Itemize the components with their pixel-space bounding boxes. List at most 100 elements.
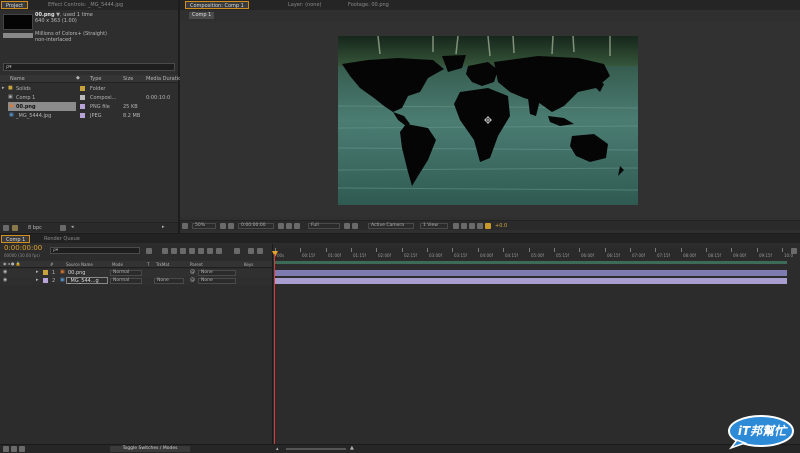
eye-icon[interactable]: ◉ — [3, 269, 7, 275]
column-type[interactable]: Type — [90, 76, 101, 82]
expand-timing-icon[interactable] — [19, 446, 25, 452]
zoom-out-icon[interactable]: ▴ — [276, 446, 279, 452]
list-item[interactable]: ▣ Comp 1 Composi... 0:00:10:0 — [0, 93, 178, 102]
scroll-left-icon[interactable]: ◂ — [71, 224, 74, 230]
mode-dropdown[interactable]: Normal — [110, 270, 142, 276]
tab-effect-controls[interactable]: Effect Controls: _MG_5444.jpg — [44, 1, 127, 9]
layer-bar-2[interactable] — [275, 278, 787, 284]
view-layout-dropdown[interactable]: 1 View — [420, 223, 448, 229]
graph-editor-icon[interactable] — [234, 248, 240, 254]
show-channel-icon[interactable] — [286, 223, 292, 229]
toggle-switches-modes-button[interactable]: Toggle Switches / Modes — [110, 446, 190, 452]
scroll-right-icon[interactable]: ▸ — [162, 224, 165, 230]
new-folder-icon[interactable] — [12, 225, 18, 231]
trkmat-dropdown[interactable]: None — [154, 278, 184, 284]
resolution-dropdown[interactable]: Full — [308, 223, 340, 229]
expand-arrow-icon[interactable]: ▸ — [36, 269, 39, 275]
layer-bar-1[interactable] — [275, 270, 787, 276]
reset-exposure-icon[interactable] — [485, 223, 491, 229]
toggle-pixel-aspect-icon[interactable] — [453, 223, 459, 229]
color-channel-icon[interactable] — [294, 223, 300, 229]
project-search-input[interactable]: ρ▾ — [3, 63, 175, 71]
label-color[interactable] — [43, 278, 48, 283]
region-of-interest-icon[interactable] — [344, 223, 350, 229]
column-name[interactable]: Name — [10, 76, 25, 82]
timeline-search-input[interactable]: ρ▾ — [50, 247, 140, 254]
expand-arrow-icon[interactable]: ▸ — [2, 85, 5, 91]
eye-icon[interactable]: ◉ — [3, 277, 7, 283]
mask-visibility-icon[interactable] — [228, 223, 234, 229]
ruler-tick — [503, 248, 504, 252]
column-size[interactable]: Size — [123, 76, 133, 82]
bpc-label[interactable]: 8 bpc — [28, 225, 42, 231]
column-parent[interactable]: Parent — [190, 262, 203, 267]
motion-blur-icon[interactable] — [198, 248, 204, 254]
pickwhip-icon[interactable]: @ — [190, 277, 195, 283]
list-item[interactable]: ▣ _MG_5444.jpg JPEG 8.2 MB — [0, 111, 178, 120]
timeline-current-time[interactable]: 0:00:00:00 — [4, 244, 42, 252]
comp-subtab[interactable]: Comp 1 — [189, 12, 215, 19]
frame-blending-icon[interactable] — [189, 248, 195, 254]
project-tab-bar: Project Effect Controls: _MG_5444.jpg — [0, 0, 178, 10]
ruler-ticks: 00s 00:15f 01:00f 01:15f 02:00f 02:15f 03:00f 0… — [275, 248, 793, 260]
table-row[interactable]: ◉ ▸ 2 ▣ _MG_544...g Normal None @ None — [0, 277, 272, 285]
render-icon[interactable] — [257, 248, 263, 254]
tab-render-queue[interactable]: Render Queue — [40, 235, 84, 243]
tab-layer[interactable]: Layer: (none) — [284, 1, 326, 9]
lock-icon[interactable] — [248, 248, 254, 254]
layer-divider[interactable] — [272, 244, 273, 444]
composition-tab-bar: Composition: Comp 1 Layer: (none) Footag… — [180, 0, 800, 10]
parent-dropdown[interactable]: None — [198, 278, 236, 284]
mode-dropdown[interactable]: Normal — [110, 278, 142, 284]
timeline-icon[interactable] — [469, 223, 475, 229]
ruler-tick — [452, 248, 453, 252]
table-row[interactable]: ◉ ▸ 1 ▣ 00.png Normal @ None — [0, 269, 272, 277]
snapshot-icon[interactable] — [278, 223, 284, 229]
expand-layer-switches-icon[interactable] — [3, 446, 9, 452]
tab-composition[interactable]: Composition: Comp 1 — [185, 1, 249, 9]
timeline-panel: Comp 1 Render Queue 0:00:00:00 00000 (30… — [0, 234, 800, 453]
column-mode[interactable]: Mode — [112, 262, 123, 267]
interpret-footage-icon[interactable] — [3, 225, 9, 231]
playhead-line — [274, 254, 275, 444]
image-file-icon: ▣ — [60, 269, 65, 275]
magnification-dropdown[interactable]: 50% — [192, 223, 216, 229]
work-area-bar[interactable] — [275, 261, 787, 264]
tab-comp-1[interactable]: Comp 1 — [1, 235, 31, 243]
flowchart-icon[interactable] — [477, 223, 483, 229]
trash-icon[interactable] — [60, 225, 66, 231]
list-item[interactable]: ▣ 00.png PNG file 25 KB — [0, 102, 178, 111]
auto-keyframe-icon[interactable] — [216, 248, 222, 254]
project-bottom-bar: 8 bpc ◂ ▸ — [0, 222, 178, 232]
pickwhip-icon[interactable]: @ — [190, 269, 195, 275]
transparency-grid-icon[interactable] — [352, 223, 358, 229]
draft-3d-icon[interactable] — [171, 248, 177, 254]
live-update-icon[interactable] — [162, 248, 168, 254]
list-item[interactable]: ▸ ■ Solids Folder — [0, 84, 178, 93]
expand-arrow-icon[interactable]: ▸ — [36, 277, 39, 283]
column-trkmat[interactable]: TrkMat — [156, 262, 169, 267]
camera-dropdown[interactable]: Active Camera — [368, 223, 414, 229]
tab-project[interactable]: Project — [1, 1, 29, 9]
project-column-headers: Name ◆ Type Size Media Duration — [0, 75, 184, 83]
tab-footage[interactable]: Footage: 00.png — [344, 1, 393, 9]
expand-transfer-controls-icon[interactable] — [11, 446, 17, 452]
brainstorm-icon[interactable] — [207, 248, 213, 254]
safe-zones-icon[interactable] — [220, 223, 226, 229]
viewer-area[interactable] — [180, 22, 800, 217]
comp-marker-bin-icon[interactable] — [791, 248, 797, 254]
composition-mini-flowchart-icon[interactable] — [146, 248, 152, 254]
image-file-icon: ▣ — [60, 277, 65, 283]
fast-previews-icon[interactable] — [461, 223, 467, 229]
column-duration[interactable]: Media Duration — [146, 76, 184, 82]
zoom-slider[interactable] — [286, 448, 346, 450]
always-preview-icon[interactable] — [182, 223, 188, 229]
parent-dropdown[interactable]: None — [198, 270, 236, 276]
time-ruler[interactable]: 00s 00:15f 01:00f 01:15f 02:00f 02:15f 03:00f 0… — [275, 248, 793, 260]
column-source-name[interactable]: Source Name — [66, 262, 93, 267]
current-time-field[interactable]: 0:00:00:00 — [238, 223, 274, 229]
shy-layers-icon[interactable] — [180, 248, 186, 254]
zoom-in-icon[interactable]: ▲ — [350, 445, 354, 451]
exposure-value[interactable]: +0.0 — [495, 223, 507, 229]
label-color[interactable] — [43, 270, 48, 275]
